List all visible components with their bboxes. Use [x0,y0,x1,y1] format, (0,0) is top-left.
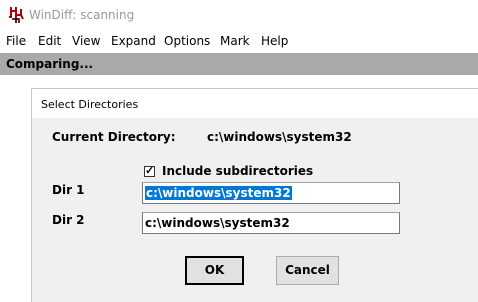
ok-button[interactable]: OK [185,256,244,285]
window-titlebar: WinDiff: scanning [0,0,478,31]
menu-file[interactable]: File [6,34,26,48]
include-subdirectories-label[interactable]: Include subdirectories [162,164,313,178]
status-bar: Comparing... [0,53,478,75]
menu-edit[interactable]: Edit [38,34,61,48]
status-text: Comparing... [6,57,94,71]
dir2-label: Dir 2 [52,213,85,227]
dir2-input-text: c:\windows\system32 [145,216,290,230]
menu-help[interactable]: Help [261,34,288,48]
window-title: WinDiff: scanning [29,8,135,22]
dir1-input-text: c:\windows\system32 [145,186,292,200]
select-directories-dialog: Select Directories Current Directory: c:… [31,88,478,302]
menu-bar: File Edit View Expand Options Mark Help [0,31,478,51]
menu-view[interactable]: View [72,34,100,48]
menu-options[interactable]: Options [164,34,210,48]
windiff-app-icon[interactable] [7,5,25,25]
current-directory-label: Current Directory: [52,130,176,144]
menu-mark[interactable]: Mark [220,34,250,48]
checkmark-icon: ✓ [145,165,155,177]
dialog-title: Select Directories [41,98,139,111]
dir1-input[interactable]: c:\windows\system32 [142,182,400,204]
dir2-input[interactable]: c:\windows\system32 [142,212,400,234]
current-directory-value: c:\windows\system32 [207,130,352,144]
dir1-label: Dir 1 [52,183,85,197]
include-subdirectories-checkbox[interactable]: ✓ [144,165,155,177]
menu-expand[interactable]: Expand [111,34,156,48]
dialog-titlebar[interactable]: Select Directories [32,89,478,118]
cancel-button[interactable]: Cancel [276,256,339,285]
